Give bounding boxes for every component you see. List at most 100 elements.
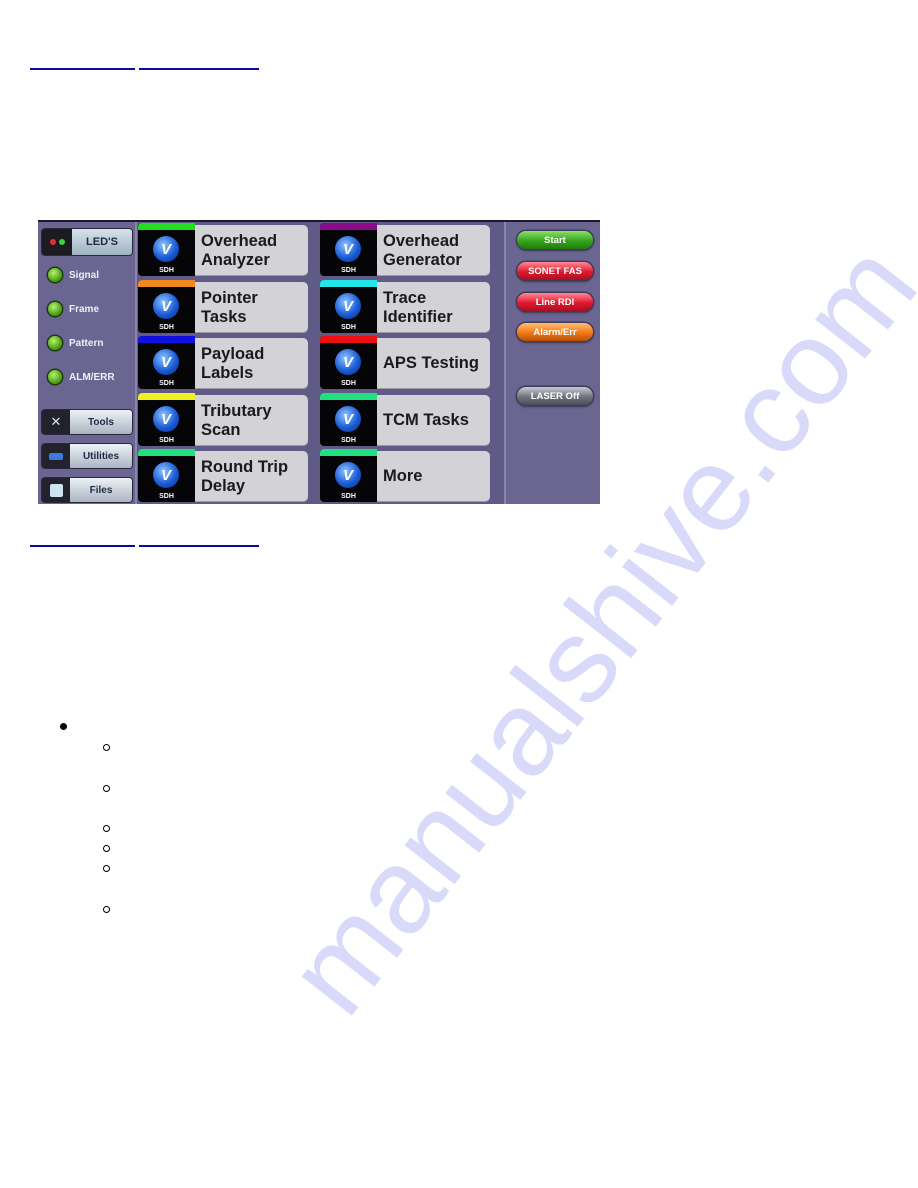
files-button[interactable]: Files	[42, 478, 132, 502]
tile-badge: SDH	[341, 437, 356, 444]
tile-label: Round Trip Delay	[201, 457, 289, 495]
alarm-err-button[interactable]: Alarm/Err	[517, 323, 593, 341]
tile-icon-box: V SDH	[320, 336, 377, 389]
test-tile[interactable]: V SDH APS Testing	[320, 336, 490, 389]
tile-label: APS Testing	[383, 354, 479, 372]
bullet-disc	[60, 723, 67, 730]
test-tile[interactable]: V SDH Round Trip Delay	[138, 449, 308, 502]
tile-label-box: APS Testing	[377, 338, 490, 389]
start-button[interactable]: Start	[517, 231, 593, 249]
led-pattern: Pattern	[48, 336, 103, 350]
top-nav-links	[30, 56, 259, 70]
tile-color-bar	[320, 336, 377, 343]
test-tile[interactable]: V SDH Overhead Analyzer	[138, 223, 308, 276]
bullet-circle	[103, 865, 110, 872]
utilities-button[interactable]: Utilities	[42, 444, 132, 468]
tile-color-bar	[138, 223, 195, 230]
veex-logo-icon: V	[335, 293, 361, 319]
tile-label: More	[383, 467, 423, 485]
led-label: Signal	[69, 269, 100, 281]
test-tile[interactable]: V SDH Tributary Scan	[138, 393, 308, 446]
tile-label: Overhead Analyzer	[201, 231, 278, 269]
veex-logo-icon: V	[335, 349, 361, 375]
tile-badge: SDH	[159, 324, 174, 331]
veex-logo-icon: V	[153, 349, 179, 375]
tile-color-bar	[138, 449, 195, 456]
veex-logo-icon: V	[153, 236, 179, 262]
led-signal: Signal	[48, 268, 99, 282]
tile-color-bar	[138, 393, 195, 400]
test-tile[interactable]: V SDH Trace Identifier	[320, 280, 490, 333]
tile-icon-box: V SDH	[320, 393, 377, 446]
tile-label-box: Overhead Analyzer	[195, 225, 308, 276]
tile-badge: SDH	[159, 493, 174, 500]
tile-color-bar	[320, 393, 377, 400]
bottom-nav-links	[30, 533, 259, 547]
tile-icon-box: V SDH	[320, 449, 377, 502]
test-tile[interactable]: V SDH Pointer Tasks	[138, 280, 308, 333]
tile-badge: SDH	[341, 267, 356, 274]
leds-indicator-icon	[42, 229, 72, 255]
bullet-circle	[103, 744, 110, 751]
test-tile[interactable]: V SDH Payload Labels	[138, 336, 308, 389]
led-frame: Frame	[48, 302, 99, 316]
tile-icon-box: V SDH	[320, 280, 377, 333]
led-indicator-icon	[48, 302, 62, 316]
right-panel: Start SONET FAS Line RDI Alarm/Err LASER…	[504, 222, 600, 504]
top-link-next[interactable]	[139, 56, 259, 70]
tile-color-bar	[320, 449, 377, 456]
laser-off-button[interactable]: LASER Off	[517, 387, 593, 405]
utilities-icon	[42, 444, 70, 468]
tile-color-bar	[320, 223, 377, 230]
led-indicator-icon	[48, 336, 62, 350]
tile-label-box: Payload Labels	[195, 338, 308, 389]
tile-label-box: Tributary Scan	[195, 395, 308, 446]
tile-label-box: Round Trip Delay	[195, 451, 308, 502]
bottom-link-next[interactable]	[139, 533, 259, 547]
tile-label-box: Pointer Tasks	[195, 282, 308, 333]
tile-label-box: Overhead Generator	[377, 225, 490, 276]
tile-label-box: More	[377, 451, 490, 502]
files-icon	[42, 478, 70, 502]
bullet-circle	[103, 785, 110, 792]
tile-badge: SDH	[341, 380, 356, 387]
files-button-label: Files	[70, 478, 132, 502]
led-indicator-icon	[48, 370, 62, 384]
tile-icon-box: V SDH	[320, 223, 377, 276]
veex-logo-icon: V	[335, 236, 361, 262]
line-rdi-button[interactable]: Line RDI	[517, 293, 593, 311]
veex-logo-icon: V	[153, 406, 179, 432]
led-alm-err: ALM/ERR	[48, 370, 115, 384]
tile-icon-box: V SDH	[138, 393, 195, 446]
device-screen: LED'S Signal Frame Pattern ALM/ERR ✕ Too…	[38, 220, 600, 504]
test-tile[interactable]: V SDH More	[320, 449, 490, 502]
tile-badge: SDH	[159, 267, 174, 274]
bullet-circle	[103, 825, 110, 832]
tile-label: TCM Tasks	[383, 411, 469, 429]
test-tile[interactable]: V SDH Overhead Generator	[320, 223, 490, 276]
led-label: Pattern	[69, 337, 104, 349]
tile-label: Pointer Tasks	[201, 288, 258, 326]
led-label: ALM/ERR	[69, 371, 115, 383]
test-tile[interactable]: V SDH TCM Tasks	[320, 393, 490, 446]
tile-badge: SDH	[341, 324, 356, 331]
tile-label-box: TCM Tasks	[377, 395, 490, 446]
leds-button[interactable]: LED'S	[42, 229, 132, 255]
utilities-button-label: Utilities	[70, 444, 132, 468]
tile-icon-box: V SDH	[138, 336, 195, 389]
tile-color-bar	[138, 280, 195, 287]
sonet-fas-button[interactable]: SONET FAS	[517, 262, 593, 280]
bullet-circle	[103, 906, 110, 913]
leds-button-label: LED'S	[72, 229, 132, 255]
tile-color-bar	[320, 280, 377, 287]
bottom-link-previous[interactable]	[30, 533, 135, 547]
tile-label-box: Trace Identifier	[377, 282, 490, 333]
veex-logo-icon: V	[335, 406, 361, 432]
left-panel: LED'S Signal Frame Pattern ALM/ERR ✕ Too…	[38, 222, 137, 504]
veex-logo-icon: V	[153, 293, 179, 319]
veex-logo-icon: V	[153, 462, 179, 488]
tile-label: Tributary Scan	[201, 401, 272, 439]
veex-logo-icon: V	[335, 462, 361, 488]
top-link-previous[interactable]	[30, 56, 135, 70]
tools-button[interactable]: ✕ Tools	[42, 410, 132, 434]
